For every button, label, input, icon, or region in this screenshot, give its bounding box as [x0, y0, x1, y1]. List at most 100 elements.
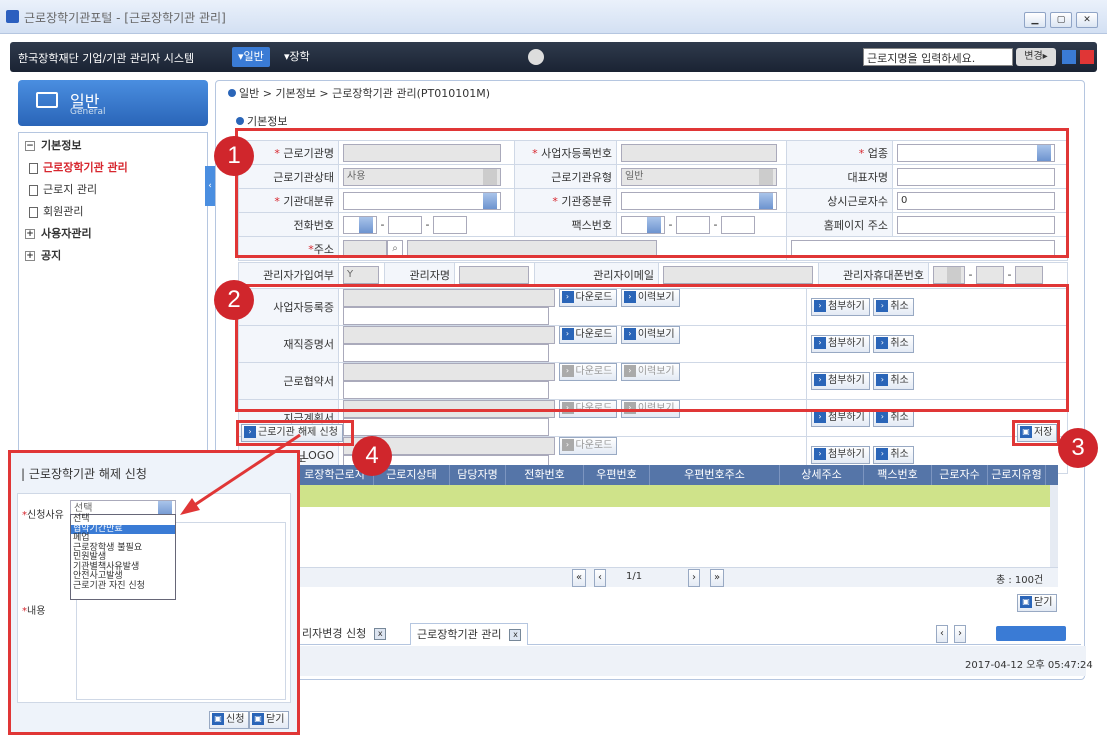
document-icon — [29, 207, 38, 218]
total-count: 총 : 100건 — [996, 575, 1044, 586]
first-page-button[interactable]: « — [572, 569, 587, 587]
col-header[interactable]: 근로지유형 — [988, 465, 1046, 485]
grid-scrollbar[interactable] — [1050, 485, 1058, 567]
sidebar-item-label: 근로장학기관 관리 — [43, 161, 128, 174]
datetime: 2017-04-12 오후 05:47:24 — [965, 660, 1093, 671]
highlight-box-1 — [235, 128, 1069, 258]
change-button[interactable]: 변경▸ — [1016, 48, 1056, 66]
col-header[interactable]: 상세주소 — [780, 465, 864, 485]
app-navbar: 한국장학재단 기업/기관 관리자 시스템 ▾일반 ▾장학 근로지명을 입력하세요… — [10, 42, 1097, 72]
dropdown-option[interactable]: 근로기관 자진 신청 — [71, 581, 175, 592]
tab-next-button[interactable]: › — [954, 625, 966, 643]
annotation-arrow — [180, 433, 301, 515]
expand-icon[interactable]: + — [25, 251, 35, 261]
download-button[interactable]: › 다운로드 — [558, 437, 618, 455]
bottom-tab-bar: 리자변경 신청 x 근로장학기관 관리 x ‹ › — [296, 623, 1081, 645]
col-header[interactable]: 전화번호 — [506, 465, 584, 485]
highlight-box-2 — [235, 284, 1069, 412]
search-input[interactable]: 근로지명을 입력하세요. — [863, 48, 1013, 66]
sidebar-header: 일반 General — [18, 80, 208, 126]
last-page-button[interactable]: » — [710, 569, 725, 587]
sidebar-item-org-manage[interactable]: 근로장학기관 관리 — [19, 157, 207, 179]
app-logo-icon — [6, 10, 19, 23]
logout-icon[interactable] — [1080, 50, 1094, 64]
sidebar-item-members[interactable]: 회원관리 — [19, 201, 207, 223]
next-page-button[interactable]: › — [688, 569, 700, 587]
close-box-icon: ▣ — [252, 713, 264, 725]
sidebar-item-label: 공지 — [41, 249, 62, 262]
save-button[interactable]: ▣ 저장 — [1017, 424, 1058, 442]
sidebar-group-basic[interactable]: − 기본정보 — [19, 135, 207, 157]
sidebar-collapse-handle[interactable]: ‹ — [205, 166, 215, 206]
col-header[interactable]: 담당자명 — [450, 465, 506, 485]
grid-header: 로장학근로지 근로지상태 담당자명 전화번호 우편번호 우편번호주소 상세주소 … — [296, 465, 1058, 485]
grid-body — [296, 507, 1050, 567]
breadcrumb-text: 일반 > 기본정보 > 근로장학기관 관리(PT010101M) — [239, 87, 491, 100]
window-titlebar: 근로장학기관포털 - [근로장학기관 관리] ▁ ▢ ✕ — [0, 0, 1107, 34]
table-row[interactable] — [296, 485, 1050, 507]
nav-tab-general[interactable]: ▾일반 — [232, 47, 270, 67]
col-header[interactable]: 팩스번호 — [864, 465, 932, 485]
close-icon[interactable]: ✕ — [1076, 12, 1098, 28]
document-icon — [29, 185, 38, 196]
breadcrumb-icon — [228, 89, 236, 97]
sidebar-item-label: 기본정보 — [41, 139, 82, 152]
marker-2: 2 — [214, 280, 254, 320]
expand-icon[interactable]: + — [25, 229, 35, 239]
close-box-icon: ▣ — [1020, 596, 1032, 608]
layout-icons[interactable] — [996, 626, 1066, 641]
manager-email-label: 관리자이메일 — [534, 262, 659, 287]
col-header[interactable]: 근로자수 — [932, 465, 988, 485]
page-indicator: 1/1 — [626, 571, 643, 582]
window-title: 근로장학기관포털 - [근로장학기관 관리] — [24, 11, 226, 25]
sidebar-group-users[interactable]: + 사용자관리 — [19, 223, 207, 245]
popup-title: | 근로장학기관 해제 신청 — [21, 467, 147, 481]
reason-label: *신청사유 — [22, 510, 64, 521]
sidebar-item-label: 근로지 관리 — [43, 183, 98, 196]
breadcrumb: 일반 > 기본정보 > 근로장학기관 관리(PT010101M) — [228, 85, 490, 101]
close-tab-icon[interactable]: x — [509, 629, 522, 641]
brand-title: 한국장학재단 기업/기관 관리자 시스템 — [18, 52, 195, 65]
sidebar-subtitle: General — [70, 107, 106, 117]
manager-mobile-mid — [975, 265, 1004, 284]
manager-joined-input: Y — [343, 265, 379, 284]
manager-joined-label: 관리자가입여부 — [238, 262, 339, 287]
close-button[interactable]: ▣ 닫기 — [1017, 594, 1058, 612]
save-icon: ▣ — [1020, 426, 1032, 438]
section-title-text: 기본정보 — [247, 115, 288, 128]
tab-manager-change[interactable]: 리자변경 신청 x — [296, 623, 392, 645]
manager-name-label: 관리자명 — [384, 262, 455, 287]
prev-page-button[interactable]: ‹ — [594, 569, 606, 587]
section-title: 기본정보 — [236, 113, 287, 129]
submit-button[interactable]: ▣ 신청 — [209, 711, 250, 729]
marker-1: 1 — [214, 136, 254, 176]
content-label: *내용 — [22, 606, 46, 617]
col-header[interactable]: 우편번호주소 — [650, 465, 780, 485]
manager-mobile-label: 관리자휴대폰번호 — [818, 262, 929, 287]
marker-4: 4 — [352, 436, 392, 476]
collapse-icon[interactable]: − — [25, 141, 35, 151]
tab-org-manage[interactable]: 근로장학기관 관리 x — [410, 623, 529, 645]
nav-tab-scholarship[interactable]: ▾장학 — [278, 47, 316, 67]
monitor-icon — [36, 92, 58, 108]
sidebar-item-workplace[interactable]: 근로지 관리 — [19, 179, 207, 201]
attachment-path-input[interactable] — [343, 418, 549, 436]
reason-dropdown[interactable]: 선택 협약기간만료 폐업 근로장학생 불필요 민원발생 기관별책사유발생 안전사… — [70, 514, 176, 600]
manager-mobile-select — [933, 265, 965, 284]
sidebar-menu: − 기본정보 근로장학기관 관리 근로지 관리 회원관리 + 사용자관리 + 공지 — [18, 132, 208, 452]
tab-prev-button[interactable]: ‹ — [936, 625, 948, 643]
sidebar-item-label: 사용자관리 — [41, 227, 92, 240]
minimize-icon[interactable]: ▁ — [1024, 12, 1046, 28]
col-header[interactable]: 우편번호 — [584, 465, 650, 485]
user-icon[interactable] — [528, 49, 544, 65]
popup-close-button[interactable]: ▣ 닫기 — [249, 711, 290, 729]
user-settings-icon[interactable] — [1062, 50, 1076, 64]
sidebar-group-notice[interactable]: + 공지 — [19, 245, 207, 267]
maximize-icon[interactable]: ▢ — [1050, 12, 1072, 28]
cancel-attach-button[interactable]: › 취소 — [873, 446, 914, 464]
manager-email-input — [663, 265, 813, 284]
document-icon — [29, 163, 38, 174]
attach-button[interactable]: › 첨부하기 — [811, 446, 870, 464]
submit-icon: ▣ — [212, 713, 224, 725]
close-tab-icon[interactable]: x — [374, 628, 387, 640]
